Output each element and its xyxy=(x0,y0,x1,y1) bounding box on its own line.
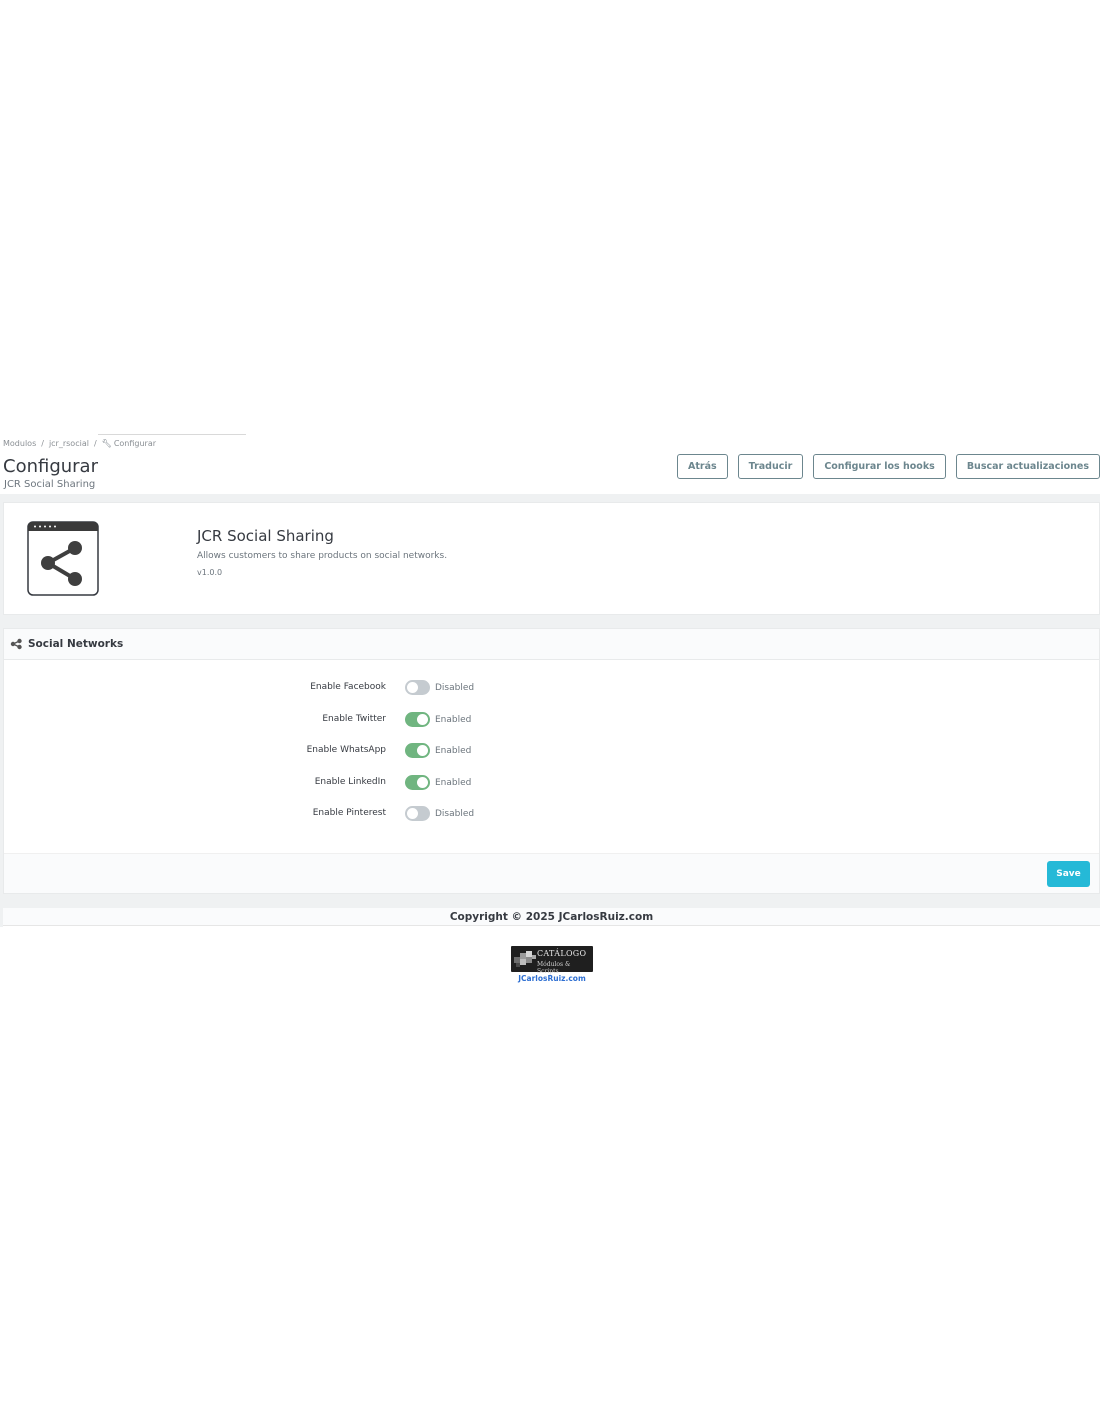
module-share-logo-icon xyxy=(27,521,99,596)
mosaic-logo-icon xyxy=(514,951,536,967)
pinterest-toggle[interactable] xyxy=(405,806,430,821)
copyright-text: Copyright © 2025 JCarlosRuiz.com xyxy=(3,908,1100,926)
toggle-knob xyxy=(407,808,418,819)
panel-footer: Save xyxy=(4,853,1099,893)
twitter-toggle[interactable] xyxy=(405,712,430,727)
toggle-knob xyxy=(417,714,428,725)
form-row-pinterest: Enable Pinterest Disabled xyxy=(4,804,604,824)
form-row-twitter: Enable Twitter Enabled xyxy=(4,710,604,730)
page-title: Configurar xyxy=(3,456,98,477)
breadcrumb-divider xyxy=(98,434,246,435)
catalog-site-link[interactable]: JCarlosRuiz.com xyxy=(511,974,593,983)
twitter-toggle-state: Enabled xyxy=(435,715,472,725)
catalog-logo[interactable]: CATÁLOGO Módulos & Scripts xyxy=(511,946,593,975)
toggle-knob xyxy=(417,777,428,788)
pinterest-toggle-state: Disabled xyxy=(435,809,475,819)
share-icon xyxy=(10,638,22,650)
facebook-toggle[interactable] xyxy=(405,680,430,695)
panel-title: Social Networks xyxy=(28,638,124,650)
form-row-whatsapp: Enable WhatsApp Enabled xyxy=(4,741,604,761)
configure-hooks-button[interactable]: Configurar los hooks xyxy=(813,454,946,479)
breadcrumb-separator: / xyxy=(41,439,44,448)
breadcrumb-current-label: Configurar xyxy=(113,439,157,448)
back-button[interactable]: Atrás xyxy=(676,454,728,479)
toggle-knob xyxy=(417,745,428,756)
check-updates-button[interactable]: Buscar actualizaciones xyxy=(955,454,1100,479)
module-version: v1.0.0 xyxy=(197,568,223,577)
breadcrumb-separator: / xyxy=(93,439,97,448)
enable-whatsapp-label: Enable WhatsApp xyxy=(306,745,386,755)
enable-linkedin-label: Enable LinkedIn xyxy=(314,777,386,787)
catalog-logo-subtitle: Módulos & Scripts xyxy=(537,961,571,975)
catalog-logo-title: CATÁLOGO xyxy=(537,949,587,958)
social-networks-panel: Social Networks Enable Facebook Disabled… xyxy=(3,628,1100,894)
module-info-card: JCR Social Sharing Allows customers to s… xyxy=(3,502,1100,615)
page-subtitle: JCR Social Sharing xyxy=(4,479,96,490)
linkedin-toggle-state: Enabled xyxy=(435,778,472,788)
whatsapp-toggle-state: Enabled xyxy=(435,746,472,756)
breadcrumb-item-current: 🔧︎ Configurar xyxy=(102,439,156,448)
configure-page: Modulos / jcr_rsocial / 🔧︎ Configurar Con… xyxy=(0,434,1100,987)
breadcrumb-item-module[interactable]: jcr_rsocial xyxy=(49,439,89,448)
toggle-knob xyxy=(407,682,418,693)
breadcrumb: Modulos / jcr_rsocial / 🔧︎ Configurar xyxy=(3,439,156,448)
breadcrumb-item-modules[interactable]: Modulos xyxy=(3,439,36,448)
facebook-toggle-state: Disabled xyxy=(435,683,475,693)
form-row-facebook: Enable Facebook Disabled xyxy=(4,678,604,698)
enable-facebook-label: Enable Facebook xyxy=(310,682,386,692)
enable-twitter-label: Enable Twitter xyxy=(322,714,386,724)
save-button[interactable]: Save xyxy=(1047,861,1090,887)
enable-pinterest-label: Enable Pinterest xyxy=(312,808,386,818)
module-description: Allows customers to share products on so… xyxy=(197,551,448,561)
wrench-icon: 🔧︎ xyxy=(101,439,112,448)
translate-button[interactable]: Traducir xyxy=(737,454,804,479)
whatsapp-toggle[interactable] xyxy=(405,743,430,758)
linkedin-toggle[interactable] xyxy=(405,775,430,790)
module-name: JCR Social Sharing xyxy=(197,527,334,545)
panel-header: Social Networks xyxy=(4,629,1099,660)
toolbar: Atrás Traducir Configurar los hooks Busc… xyxy=(676,454,1100,479)
form-row-linkedin: Enable LinkedIn Enabled xyxy=(4,773,604,793)
